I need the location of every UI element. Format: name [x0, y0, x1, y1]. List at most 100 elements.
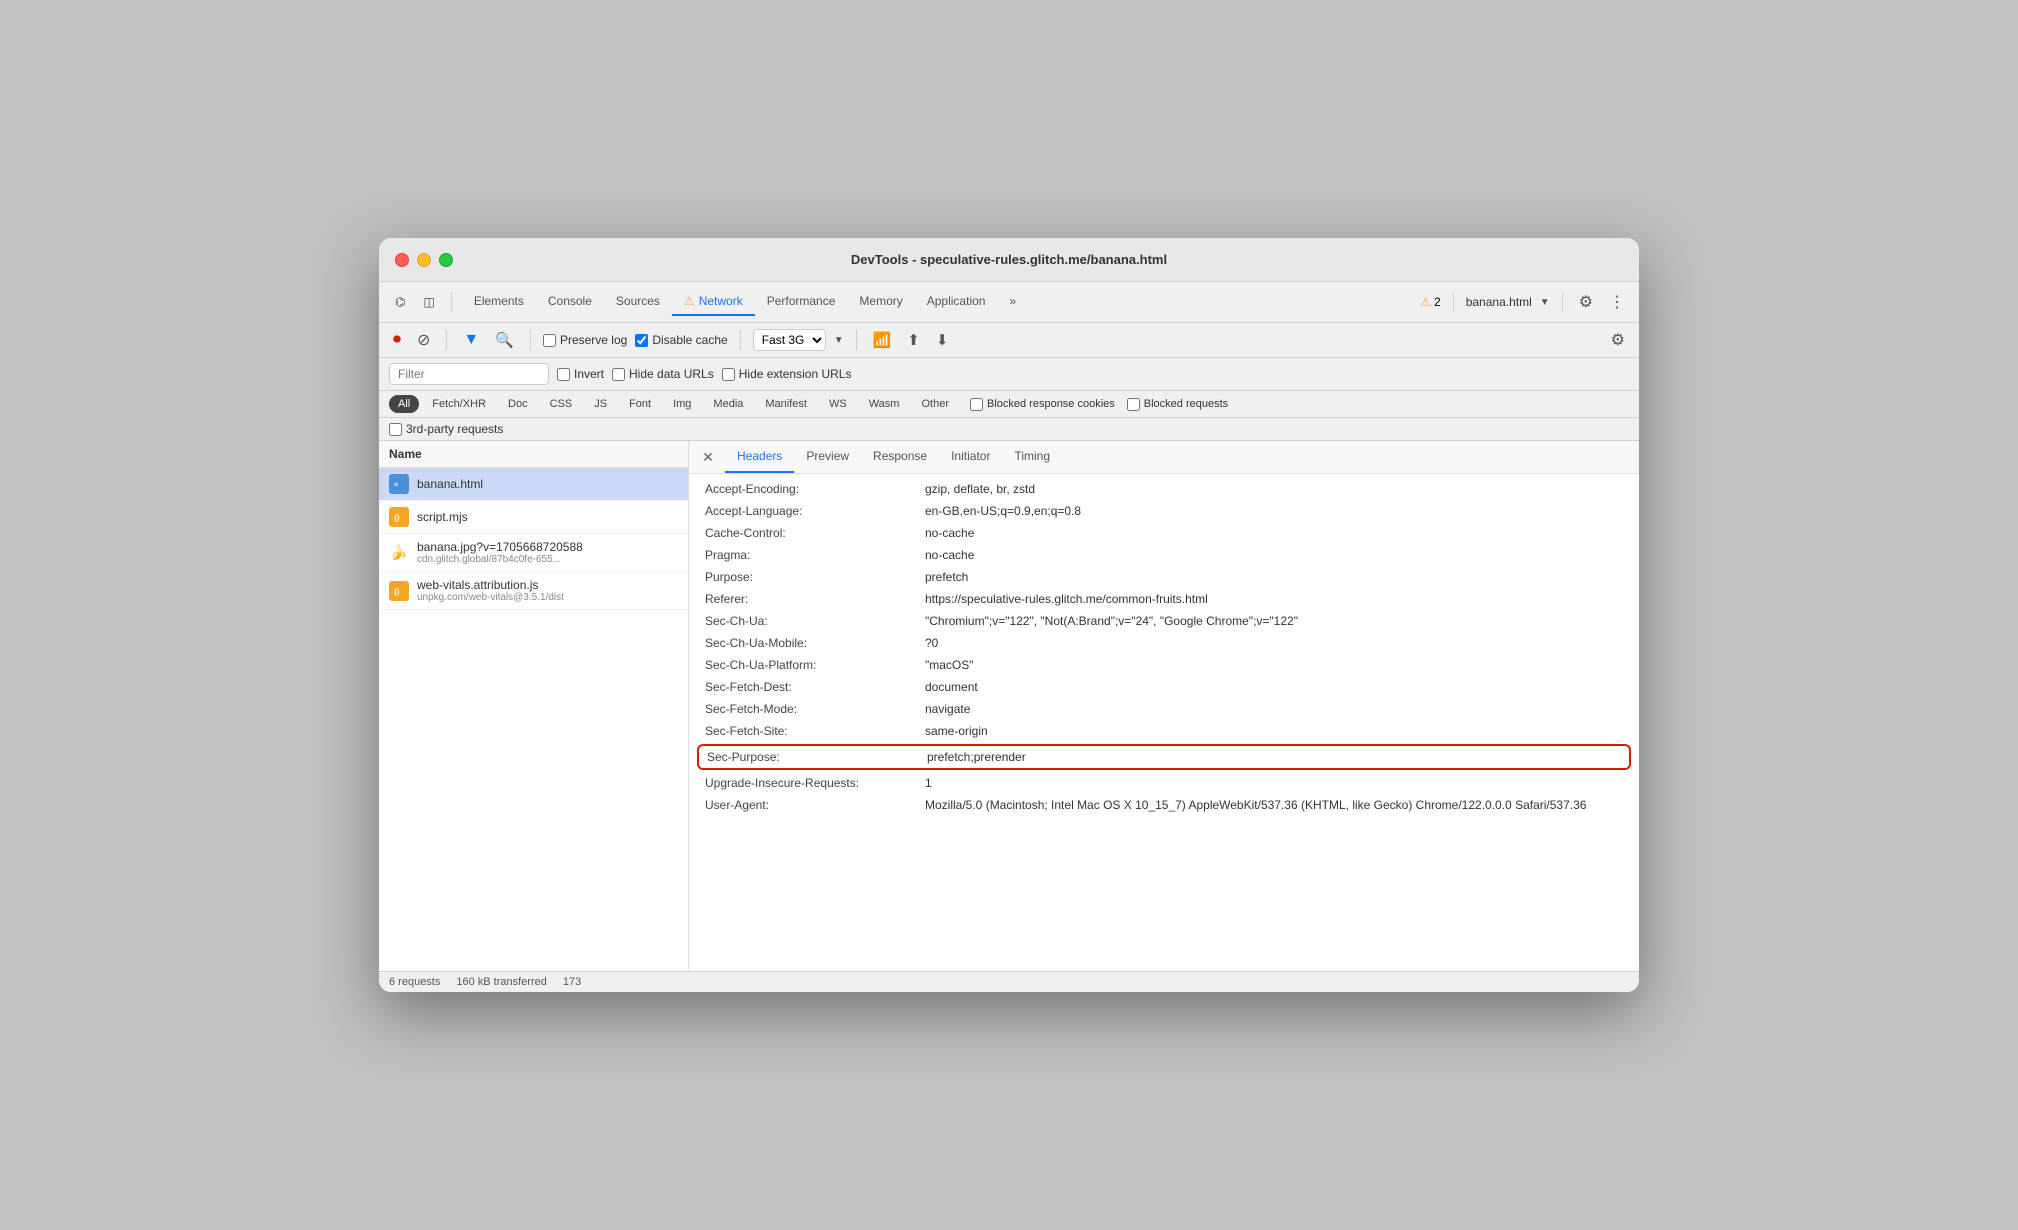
- hide-data-urls-label[interactable]: Hide data URLs: [612, 367, 714, 381]
- more-options-btn[interactable]: ⋮: [1605, 290, 1629, 314]
- warning-badge: ⚠ 2: [1420, 295, 1440, 309]
- clear-btn[interactable]: ⊘: [413, 328, 434, 352]
- filter-media[interactable]: Media: [704, 395, 752, 413]
- header-value: "Chromium";v="122", "Not(A:Brand";v="24"…: [925, 614, 1623, 628]
- inspect-icon-btn[interactable]: ⌬: [389, 292, 411, 312]
- tab-more[interactable]: »: [997, 288, 1028, 316]
- header-name: Sec-Fetch-Mode:: [705, 702, 925, 716]
- close-panel-btn[interactable]: ✕: [699, 448, 717, 466]
- close-button[interactable]: [395, 253, 409, 267]
- download-icon-btn[interactable]: ⬇: [932, 329, 953, 351]
- request-info: banana.html: [417, 477, 678, 491]
- preserve-log-label[interactable]: Preserve log: [543, 333, 627, 347]
- device-toolbar-btn[interactable]: ◫: [417, 292, 440, 312]
- upload-icon-btn[interactable]: ⬆: [903, 329, 924, 351]
- img-icon: 🍌: [389, 543, 409, 563]
- blocked-requests-checkbox[interactable]: [1127, 398, 1140, 411]
- filter-wasm[interactable]: Wasm: [860, 395, 909, 413]
- filter-other[interactable]: Other: [912, 395, 958, 413]
- filter-all[interactable]: All: [389, 395, 419, 413]
- filter-ws[interactable]: WS: [820, 395, 856, 413]
- header-value: prefetch: [925, 570, 1623, 584]
- devtools-window: DevTools - speculative-rules.glitch.me/b…: [379, 238, 1639, 992]
- filter-img[interactable]: Img: [664, 395, 700, 413]
- request-item[interactable]: ≡ banana.html: [379, 468, 688, 501]
- tab-initiator[interactable]: Initiator: [939, 441, 1002, 473]
- request-item[interactable]: {} script.mjs: [379, 501, 688, 534]
- filter-fetch-xhr[interactable]: Fetch/XHR: [423, 395, 495, 413]
- request-icon-js2: {}: [389, 581, 409, 601]
- hide-extension-urls-checkbox[interactable]: [722, 368, 735, 381]
- header-value: document: [925, 680, 1623, 694]
- request-list-header: Name: [379, 441, 688, 468]
- svg-text:{}: {}: [394, 515, 400, 522]
- filter-icon-btn[interactable]: ▼: [459, 329, 483, 351]
- disable-cache-label[interactable]: Disable cache: [635, 333, 727, 347]
- header-value: no-cache: [925, 548, 1623, 562]
- filter-font[interactable]: Font: [620, 395, 660, 413]
- tab-memory[interactable]: Memory: [847, 288, 914, 316]
- request-name: script.mjs: [417, 510, 678, 524]
- filter-input[interactable]: [389, 363, 549, 385]
- header-row: Sec-Purpose:prefetch;prerender: [697, 744, 1631, 770]
- network-settings-btn[interactable]: ⚙: [1607, 328, 1629, 352]
- tab-performance[interactable]: Performance: [755, 288, 848, 316]
- network-toolbar: ⏺ ⊘ ▼ 🔍 Preserve log Disable cache Fast …: [379, 323, 1639, 358]
- hide-data-urls-checkbox[interactable]: [612, 368, 625, 381]
- tab-console[interactable]: Console: [536, 288, 604, 316]
- request-item[interactable]: {} web-vitals.attribution.js unpkg.com/w…: [379, 572, 688, 610]
- tab-network[interactable]: ⚠ Network: [672, 288, 755, 316]
- header-value: Mozilla/5.0 (Macintosh; Intel Mac OS X 1…: [925, 798, 1623, 812]
- invert-checkbox[interactable]: [557, 368, 570, 381]
- type-filter-bar: All Fetch/XHR Doc CSS JS Font Img Media …: [379, 391, 1639, 418]
- page-dropdown-icon[interactable]: ▼: [1540, 297, 1550, 308]
- blocked-requests-text: Blocked requests: [1144, 398, 1228, 410]
- request-items-container: ≡ banana.html {}: [379, 468, 688, 971]
- tab-sources[interactable]: Sources: [604, 288, 672, 316]
- maximize-button[interactable]: [439, 253, 453, 267]
- header-name: Accept-Language:: [705, 504, 925, 518]
- tab-headers[interactable]: Headers: [725, 441, 794, 473]
- wifi-icon-btn[interactable]: 📶: [869, 329, 896, 351]
- filter-js[interactable]: JS: [585, 395, 616, 413]
- other-stat: 173: [563, 976, 581, 988]
- js-icon-2: {}: [389, 581, 409, 601]
- header-value: no-cache: [925, 526, 1623, 540]
- disable-cache-checkbox[interactable]: [635, 334, 648, 347]
- tab-preview[interactable]: Preview: [794, 441, 861, 473]
- header-name: Sec-Ch-Ua:: [705, 614, 925, 628]
- traffic-lights: [395, 253, 453, 267]
- header-name: Sec-Fetch-Dest:: [705, 680, 925, 694]
- record-btn[interactable]: ⏺: [389, 329, 405, 351]
- blocked-requests-label[interactable]: Blocked requests: [1127, 398, 1228, 411]
- tab-elements[interactable]: Elements: [462, 288, 536, 316]
- third-party-checkbox[interactable]: [389, 423, 402, 436]
- settings-icon-btn[interactable]: ⚙: [1575, 290, 1597, 314]
- third-party-label[interactable]: 3rd-party requests: [389, 422, 1629, 436]
- request-item[interactable]: 🍌 banana.jpg?v=1705668720588 cdn.glitch.…: [379, 534, 688, 572]
- svg-text:{}: {}: [394, 589, 400, 596]
- blocked-response-cookies-checkbox[interactable]: [970, 398, 983, 411]
- search-icon-btn[interactable]: 🔍: [491, 329, 518, 351]
- tab-timing[interactable]: Timing: [1002, 441, 1062, 473]
- filter-css[interactable]: CSS: [541, 395, 582, 413]
- header-name: Sec-Fetch-Site:: [705, 724, 925, 738]
- header-row: Sec-Fetch-Site:same-origin: [689, 720, 1639, 742]
- html-icon: ≡: [389, 474, 409, 494]
- preserve-log-checkbox[interactable]: [543, 334, 556, 347]
- request-name: banana.html: [417, 477, 678, 491]
- throttle-select[interactable]: Fast 3G: [753, 329, 826, 351]
- header-value: same-origin: [925, 724, 1623, 738]
- filter-manifest[interactable]: Manifest: [756, 395, 816, 413]
- filter-doc[interactable]: Doc: [499, 395, 537, 413]
- separator-4: [446, 330, 447, 350]
- minimize-button[interactable]: [417, 253, 431, 267]
- request-subtext: unpkg.com/web-vitals@3.5.1/dist: [417, 592, 678, 603]
- hide-extension-urls-label[interactable]: Hide extension URLs: [722, 367, 852, 381]
- blocked-response-cookies-label[interactable]: Blocked response cookies: [970, 398, 1115, 411]
- invert-label[interactable]: Invert: [557, 367, 604, 381]
- tab-application[interactable]: Application: [915, 288, 998, 316]
- tab-response[interactable]: Response: [861, 441, 939, 473]
- header-row: Accept-Encoding:gzip, deflate, br, zstd: [689, 478, 1639, 500]
- header-row: Sec-Ch-Ua-Platform:"macOS": [689, 654, 1639, 676]
